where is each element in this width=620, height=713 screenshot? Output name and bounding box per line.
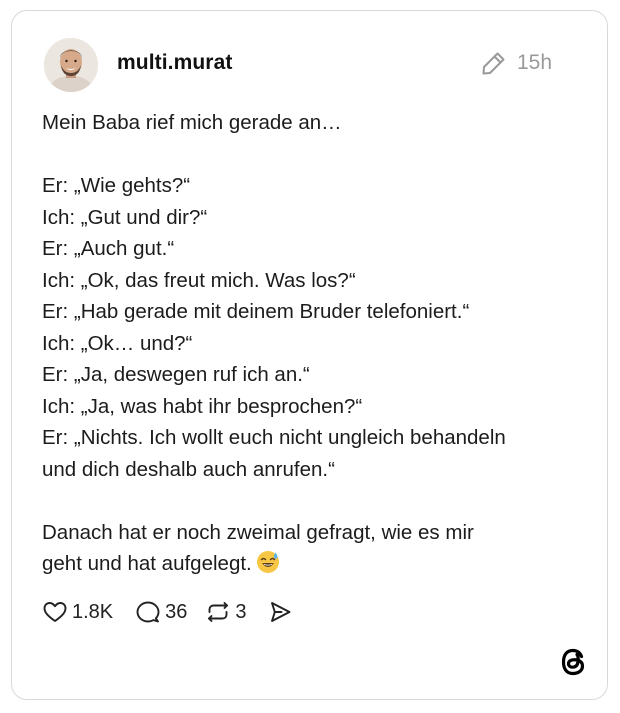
threads-logo <box>559 647 587 677</box>
post-line: Er: „Auch gut.“ <box>42 237 175 260</box>
post-line-last: geht und hat aufgelegt. <box>42 548 582 584</box>
post-line: Er: „Hab gerade mit deinem Bruder telefo… <box>42 300 470 323</box>
like-button[interactable]: 1.8K <box>42 599 113 625</box>
post-line <box>42 485 582 517</box>
post-card: multi.murat 15h Mein Baba rief mich gera… <box>11 10 608 700</box>
post-line: Ich: „Ja, was habt ihr besprochen?“ <box>42 394 363 418</box>
post-text: Mein Baba rief mich gerade an… Er: „Wie … <box>42 107 582 584</box>
timestamp: 15h <box>517 51 553 74</box>
reply-count: 36 <box>165 600 188 623</box>
avatar[interactable] <box>44 38 98 92</box>
post-line: und dich deshalb auch anrufen.“ <box>42 457 335 481</box>
post-line: Er: „Nichts. Ich wollt euch nicht unglei… <box>42 426 506 449</box>
speech-bubble-icon <box>136 601 160 623</box>
sweat-smile-emoji-icon <box>256 550 280 584</box>
post-line: Mein Baba rief mich gerade an… <box>42 111 342 134</box>
action-bar: 1.8K 36 3 <box>42 597 293 627</box>
post-line: Ich: „Ok, das freut mich. Was los?“ <box>42 268 356 292</box>
post-line: Er: „Wie gehts?“ <box>42 174 191 197</box>
post-line: Danach hat er noch zweimal gefragt, wie … <box>42 520 474 544</box>
repost-count: 3 <box>235 600 247 623</box>
post-line: Ich: „Gut und dir?“ <box>42 205 208 229</box>
like-count: 1.8K <box>72 600 114 623</box>
post-line: Ich: „Ok… und?“ <box>42 331 193 355</box>
pencil-icon <box>480 49 508 77</box>
heart-icon <box>43 602 67 622</box>
post-line: Er: „Ja, deswegen ruf ich an.“ <box>42 363 310 386</box>
username[interactable]: multi.murat <box>117 51 232 75</box>
send-icon <box>270 602 290 622</box>
share-button[interactable] <box>267 599 293 625</box>
post-line-text: geht und hat aufgelegt. <box>42 552 252 575</box>
post-line <box>42 139 582 171</box>
repost-button[interactable]: 3 <box>205 599 247 625</box>
repost-icon <box>208 602 229 622</box>
reply-button[interactable]: 36 <box>135 599 187 625</box>
